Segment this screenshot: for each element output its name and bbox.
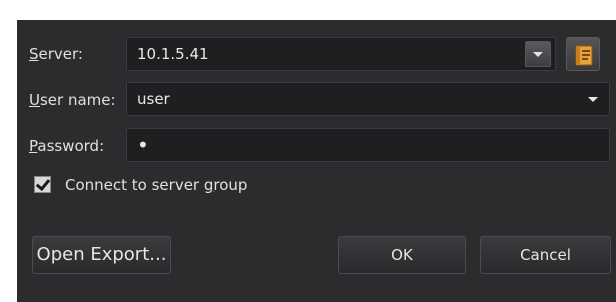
server-value: 10.1.5.41 bbox=[137, 45, 209, 63]
username-label: User name: bbox=[29, 91, 116, 109]
server-combo[interactable]: 10.1.5.41 bbox=[126, 37, 556, 71]
username-combo[interactable]: user bbox=[126, 82, 610, 116]
server-dropdown-chevron-down-icon[interactable] bbox=[525, 41, 551, 67]
connect-dialog: Server: 10.1.5.41 User name: user Passwo… bbox=[17, 20, 616, 302]
password-label: Password: bbox=[29, 137, 105, 155]
username-value: user bbox=[137, 90, 170, 108]
password-value: • bbox=[137, 133, 149, 157]
password-field[interactable]: • bbox=[126, 128, 610, 162]
cancel-button[interactable]: Cancel bbox=[480, 236, 611, 274]
ok-button[interactable]: OK bbox=[338, 236, 466, 274]
open-export-button[interactable]: Open Export... bbox=[32, 236, 171, 274]
username-dropdown-chevron-down-icon[interactable] bbox=[580, 86, 606, 112]
browse-server-button[interactable] bbox=[566, 37, 600, 71]
server-group-label[interactable]: Connect to server group bbox=[65, 176, 247, 194]
address-book-icon bbox=[575, 45, 593, 66]
server-label: Server: bbox=[29, 45, 83, 63]
server-group-checkbox[interactable] bbox=[34, 176, 51, 193]
